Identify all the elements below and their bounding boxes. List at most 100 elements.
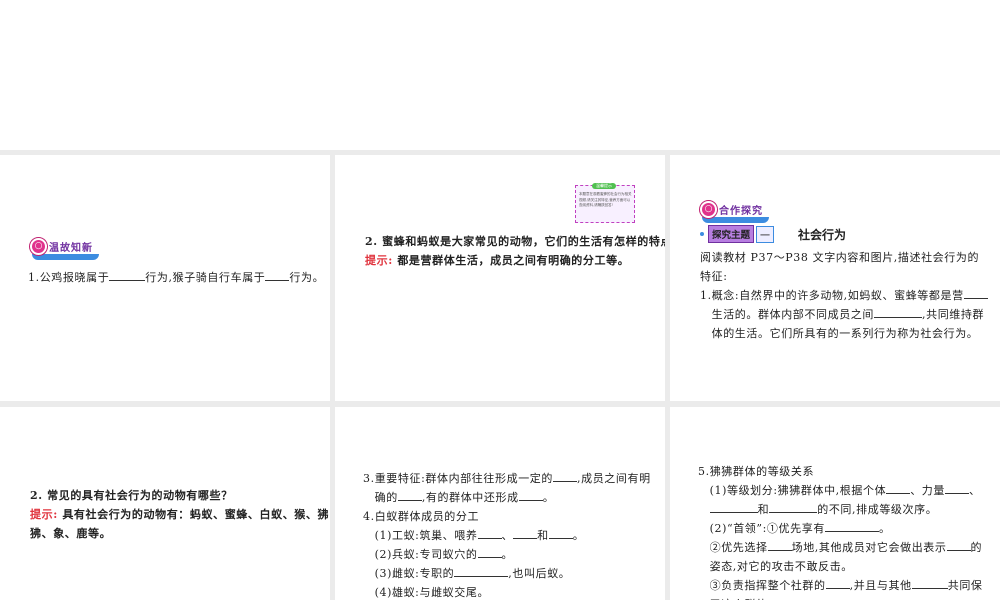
- text-run: 行为,猴子骑自行车属于: [145, 271, 266, 284]
- content-lines: 5.狒狒群体的等级关系 (1)等级划分:狒狒群体中,根据个体 、力量 、 和 的不同,…: [698, 462, 983, 600]
- text-run: 确的: [363, 491, 398, 504]
- fill-blank: [548, 526, 573, 539]
- fill-blank: [946, 538, 971, 551]
- text-run: 行为。: [289, 271, 325, 284]
- text-run: 特征:: [700, 270, 728, 283]
- fill-blank: [825, 576, 850, 589]
- fill-blank: [769, 500, 818, 513]
- fill-blank: [265, 268, 290, 281]
- text-run: ,并且与其他: [849, 579, 912, 592]
- text-run: (2)兵蚁:专司蚁穴的: [363, 548, 478, 561]
- fill-blank: [963, 286, 988, 299]
- hint: 提示: 都是营群体生活，成员之间有明确的分工等。: [365, 254, 630, 267]
- slide-panel-6[interactable]: 5.狒狒群体的等级关系 (1)等级划分:狒狒群体中,根据个体 、力量 、 和 的不同,…: [670, 407, 1000, 600]
- text-line: 1.概念:自然界中的许多动物,如蚂蚁、蜜蜂等都是营: [700, 286, 988, 305]
- text-run: 、: [501, 529, 514, 542]
- text-line: (2)兵蚁:专司蚁穴的 。: [363, 545, 651, 564]
- fill-blank: [477, 526, 502, 539]
- fill-blank: [911, 576, 948, 589]
- fill-blank: [874, 305, 922, 318]
- text-run: 。: [501, 548, 514, 561]
- slide-panel-2[interactable]: 温馨提示 本题意在观看蜜蜂的社会行为相关视频,请关注其特征,营养方面可以查阅资料,…: [335, 155, 665, 401]
- tip-note-box: 温馨提示 本题意在观看蜜蜂的社会行为相关视频,请关注其特征,营养方面可以查阅资料,…: [575, 183, 635, 223]
- text-run: (1)等级划分:狒狒群体中,根据个体: [698, 484, 887, 497]
- text-line: (2)“首领”:①优先享有 。: [698, 519, 983, 538]
- question-2: 2. 常见的具有社会行为的动物有哪些？: [30, 489, 233, 502]
- text-line: 4.白蚁群体成员的分工: [363, 507, 651, 526]
- text-run: (1)工蚁:筑巢、喂养: [363, 529, 478, 542]
- fill-blank: [397, 488, 422, 501]
- text-run: 阅读教材 P37～P38 文字内容和图片,描述社会行为的: [700, 251, 980, 264]
- text-line: 姿态,对它的攻击不敢反击。: [698, 557, 983, 576]
- slide-panel-5[interactable]: 3.重要特征:群体内部往往形成一定的 ,成员之间有明 确的 ,有的群体中还形成。 4.…: [335, 407, 665, 600]
- fill-blank: [945, 481, 969, 494]
- text-run: 的: [970, 541, 983, 554]
- text-line: ③负责指挥整个社群的 ,并且与其他 共同保: [698, 576, 983, 595]
- text-line: (3)雌蚁:专职的 ,也叫后蚁。: [363, 564, 651, 583]
- text-run: 姿态,对它的攻击不敢反击。: [698, 560, 853, 573]
- fill-blank: [109, 268, 146, 281]
- text-run: 。: [542, 491, 555, 504]
- text-run: 。: [878, 522, 891, 535]
- text-line: (1)等级划分:狒狒群体中,根据个体 、力量 、: [698, 481, 983, 500]
- text-run: ,有的群体中还形成: [421, 491, 519, 504]
- text-run: 1.公鸡报晓属于: [28, 271, 110, 284]
- text-run: 生活的。群体内部不同成员之间: [700, 308, 874, 321]
- text-run: (4)雄蚁:与雌蚁交尾。: [363, 586, 490, 599]
- text-run: (2)“首领”:①优先享有: [698, 522, 825, 535]
- fill-blank: [518, 488, 543, 501]
- text-line: 生活的。群体内部不同成员之间 ,共同维持群: [700, 305, 988, 324]
- content-lines: 3.重要特征:群体内部往往形成一定的 ,成员之间有明 确的 ,有的群体中还形成。 4.…: [363, 469, 651, 600]
- fill-blank: [824, 519, 879, 532]
- text-line: ②优先选择 场地,其他成员对它会做出表示 的: [698, 538, 983, 557]
- badge-circle-icon: ○: [700, 200, 717, 218]
- text-run: 场地,其他成员对它会做出表示: [791, 541, 947, 554]
- text-run: 和: [537, 529, 549, 542]
- slide-panel-3[interactable]: ○ 合作探究 探究主题一社会行为 阅读教材 P37～P38 文字内容和图片,描述社…: [670, 155, 1000, 401]
- text-run: 的不同,排成等级次序。: [817, 503, 938, 516]
- hint: 提示: 具有社会行为的动物有：蚂蚁、蜜蜂、白蚁、猴、狒: [30, 508, 330, 521]
- text-run: ,也叫后蚁。: [508, 567, 571, 580]
- slide-panel-1[interactable]: ○ 温故知新 1.公鸡报晓属于 行为,猴子骑自行车属于 行为。: [0, 155, 330, 401]
- text-run: ②优先选择: [698, 541, 768, 554]
- fill-blank: [767, 538, 792, 551]
- text-line: 3.重要特征:群体内部往往形成一定的 ,成员之间有明: [363, 469, 651, 488]
- section-badge: ○ 合作探究: [700, 200, 769, 223]
- text-line: 5.狒狒群体的等级关系: [698, 462, 983, 481]
- badge-circle-icon: ○: [30, 237, 47, 255]
- question-2: 2. 蜜蜂和蚂蚁是大家常见的动物，它们的生活有怎样的特点？: [365, 235, 665, 248]
- text-run: ③负责指挥整个社群的: [698, 579, 826, 592]
- text-run: 和: [757, 503, 770, 516]
- text-run: 体的生活。它们所具有的一系列行为称为社会行为。: [700, 327, 979, 340]
- text-run: ,共同维持群: [922, 308, 985, 321]
- text-line: 阅读教材 P37～P38 文字内容和图片,描述社会行为的: [700, 248, 988, 267]
- topic-header: 探究主题一社会行为: [700, 225, 846, 243]
- fill-blank: [886, 481, 911, 494]
- text-run: 1.概念:自然界中的许多动物,如蚂蚁、蜜蜂等都是营: [700, 289, 964, 302]
- text-run: 共同保: [947, 579, 983, 592]
- slide-panel-4[interactable]: 2. 常见的具有社会行为的动物有哪些？ 提示: 具有社会行为的动物有：蚂蚁、蜜蜂…: [0, 407, 330, 600]
- content-lines: 阅读教材 P37～P38 文字内容和图片,描述社会行为的 特征: 1.概念:自然界中…: [700, 248, 988, 343]
- text-run: ,成员之间有明: [577, 472, 651, 485]
- text-line: 确的 ,有的群体中还形成 。: [363, 488, 651, 507]
- text-line: 和 的不同,排成等级次序。: [698, 500, 983, 519]
- text-run: 5.狒狒群体的等级关系: [698, 465, 815, 478]
- text-run: 、: [969, 484, 981, 497]
- fill-blank: [513, 526, 538, 539]
- text-line: (1)工蚁:筑巢、喂养 、 和 。: [363, 526, 651, 545]
- fill-blank: [553, 469, 577, 482]
- text-line: 体的生活。它们所具有的一系列行为称为社会行为。: [700, 324, 988, 343]
- text-run: [698, 503, 710, 516]
- text-line: 卫这个群体。: [698, 595, 983, 600]
- text-run: (3)雌蚁:专职的: [363, 567, 455, 580]
- text-run: 。: [572, 529, 585, 542]
- question-1: 1.公鸡报晓属于 行为,猴子骑自行车属于 行为。: [28, 268, 324, 287]
- fill-blank: [477, 545, 502, 558]
- text-line: (4)雄蚁:与雌蚁交尾。: [363, 583, 651, 600]
- section-badge: ○ 温故知新: [30, 237, 99, 260]
- hint-cont: 狒、象、鹿等。: [30, 527, 112, 540]
- fill-blank: [454, 564, 509, 577]
- text-run: 4.白蚁群体成员的分工: [363, 510, 480, 523]
- text-run: 、力量: [910, 484, 945, 497]
- fill-blank: [709, 500, 758, 513]
